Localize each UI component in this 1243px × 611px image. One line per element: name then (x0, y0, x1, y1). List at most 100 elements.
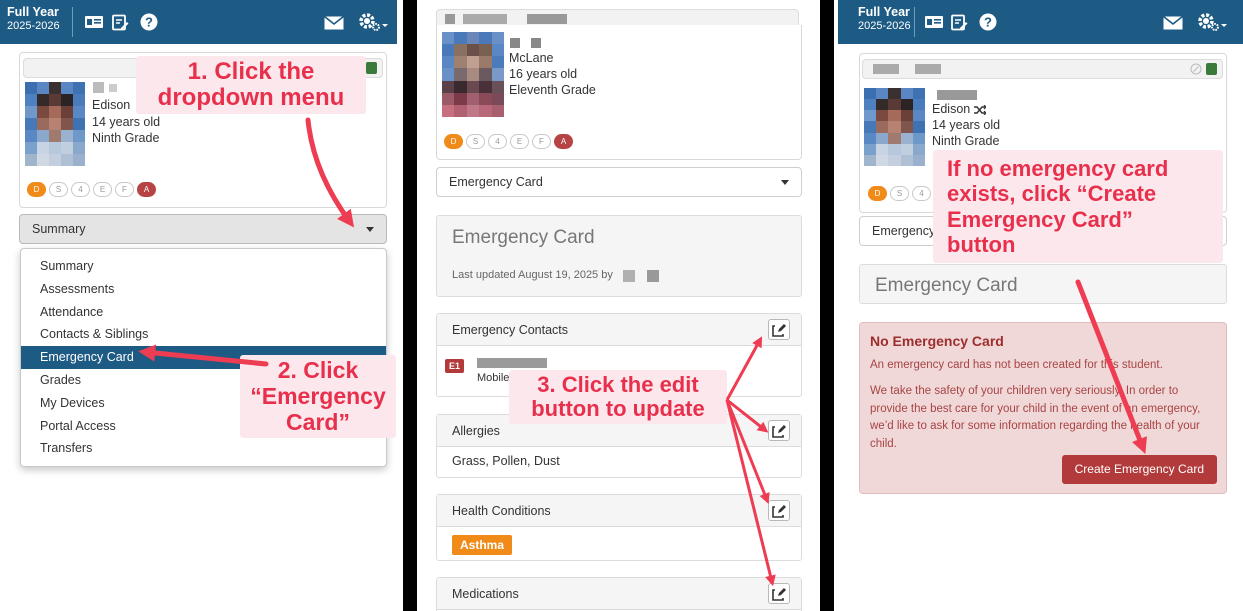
section-header: Medications (437, 578, 801, 610)
student-first-name: Edison (932, 101, 987, 117)
page-title: Emergency Card (452, 227, 595, 248)
menu-item-contacts[interactable]: Contacts & Siblings (21, 323, 386, 346)
emergency-card-header: Emergency Card (859, 264, 1227, 304)
gear-dropdown-icon[interactable] (1197, 12, 1229, 34)
section-header: Health Conditions (437, 495, 801, 527)
create-emergency-card-button[interactable]: Create Emergency Card (1061, 455, 1217, 484)
student-grade: Eleventh Grade (509, 83, 596, 97)
badge-f: F (532, 134, 551, 149)
status-badges: D S 4 E F A (27, 182, 156, 197)
section-title: Health Conditions (452, 504, 551, 518)
edit-note-icon[interactable] (111, 14, 129, 32)
alert-line: We take the safety of your children very… (870, 384, 1201, 451)
term-selector[interactable]: Full Year 2025-2026 (7, 5, 60, 32)
edit-health-button[interactable] (768, 500, 790, 521)
badge-f: F (115, 182, 134, 197)
badge-s: S (49, 182, 68, 197)
student-photo (442, 32, 504, 117)
blurred-name (937, 90, 977, 100)
blurred-name (873, 64, 899, 74)
help-icon[interactable]: ? (140, 13, 158, 31)
callout-line: Emergency Card” (947, 206, 1133, 232)
student-grade: Ninth Grade (92, 131, 160, 145)
student-last-name: McLane (509, 51, 554, 65)
badge-4: 4 (488, 134, 507, 149)
bookmark-icon (366, 62, 377, 74)
allergies-section: Allergies Grass, Pollen, Dust (436, 414, 802, 478)
edit-medications-button[interactable] (768, 583, 790, 604)
badge-s: S (466, 134, 485, 149)
edit-note-icon[interactable] (950, 14, 968, 32)
tutorial-composite: Full Year 2025-2026 ? Edison 14 years ol… (0, 0, 1243, 611)
menu-item-summary[interactable]: Summary (21, 255, 386, 278)
section-header: Emergency Contacts (437, 314, 801, 346)
menu-item-assessments[interactable]: Assessments (21, 278, 386, 301)
student-age: 16 years old (509, 67, 578, 81)
panel-divider (403, 0, 417, 611)
badge-e: E (93, 182, 112, 197)
blurred-name (445, 14, 455, 24)
callout-line: button (947, 231, 1016, 257)
callout-step-2: 2. Click “Emergency Card” (240, 355, 396, 439)
condition-tag: Asthma (452, 535, 513, 555)
contact-tag: E1 (445, 359, 465, 373)
edit-contacts-button[interactable] (768, 319, 790, 340)
section-title: Medications (452, 587, 519, 601)
no-emergency-card-alert: No Emergency Card An emergency card has … (859, 322, 1227, 494)
term-selector[interactable]: Full Year 2025-2026 (858, 5, 911, 32)
callout-line: exists, click “Create (947, 181, 1157, 207)
callout-step-3: 3. Click the edit button to update (509, 370, 727, 424)
id-card-icon[interactable] (84, 14, 104, 30)
edit-icon (772, 425, 786, 438)
section-dropdown[interactable]: Emergency Card (436, 167, 802, 197)
mail-icon[interactable] (324, 16, 344, 30)
student-first-name-text: Edison (932, 102, 971, 116)
dropdown-value: Summary (32, 222, 86, 236)
blurred-name (623, 270, 635, 282)
student-first-name: Edison (92, 98, 131, 112)
menu-item-attendance[interactable]: Attendance (21, 301, 386, 324)
help-icon[interactable]: ? (979, 13, 997, 31)
blurred-name (93, 82, 104, 93)
badge-4: 4 (71, 182, 90, 197)
id-card-icon[interactable] (924, 14, 944, 30)
topbar-divider (914, 7, 915, 37)
status-badges: D S 4 (868, 186, 931, 201)
blurred-name (477, 358, 547, 368)
topbar-divider (72, 7, 73, 37)
section-title: Allergies (452, 424, 500, 438)
section-dropdown[interactable]: Summary (19, 214, 387, 244)
student-name-bar (862, 59, 1223, 79)
shuffle-icon[interactable] (973, 104, 987, 116)
blurred-name (647, 270, 659, 282)
emergency-card-header: Emergency Card Last updated August 19, 2… (436, 215, 802, 297)
bookmark-icon (1206, 63, 1217, 75)
menu-item-transfers[interactable]: Transfers (21, 437, 386, 460)
callout-line: “Emergency (250, 382, 386, 409)
edit-allergies-button[interactable] (768, 420, 790, 441)
svg-text:?: ? (984, 15, 992, 30)
badge-a: A (137, 182, 156, 197)
term-years: 2025-2026 (7, 19, 60, 32)
status-circle-icon (1190, 63, 1202, 75)
badge-d: D (444, 134, 463, 149)
svg-text:?: ? (145, 15, 153, 30)
last-updated: Last updated August 19, 2025 by (452, 269, 613, 281)
callout-line: 1. Click the (187, 58, 315, 85)
section-title: Emergency Contacts (452, 323, 569, 337)
mail-icon[interactable] (1163, 16, 1183, 30)
callout-step-1: 1. Click the dropdown menu (136, 56, 366, 114)
panel-step-3: Full Year 2025-2026 ? Edison 14 years ol… (838, 0, 1243, 611)
callout-line: button to update (531, 395, 705, 421)
dropdown-value: Emergency (872, 224, 936, 238)
allergies-value: Grass, Pollen, Dust (452, 454, 560, 468)
callout-step-4: If no emergency card exists, click “Crea… (933, 150, 1223, 264)
gear-dropdown-icon[interactable] (358, 12, 390, 34)
term-label: Full Year (858, 5, 910, 19)
blurred-name (109, 84, 117, 92)
panel-divider (820, 0, 834, 611)
blurred-name (531, 38, 541, 48)
top-bar: Full Year 2025-2026 ? (0, 0, 397, 44)
term-label: Full Year (7, 5, 59, 19)
callout-line: 2. Click (277, 357, 359, 383)
